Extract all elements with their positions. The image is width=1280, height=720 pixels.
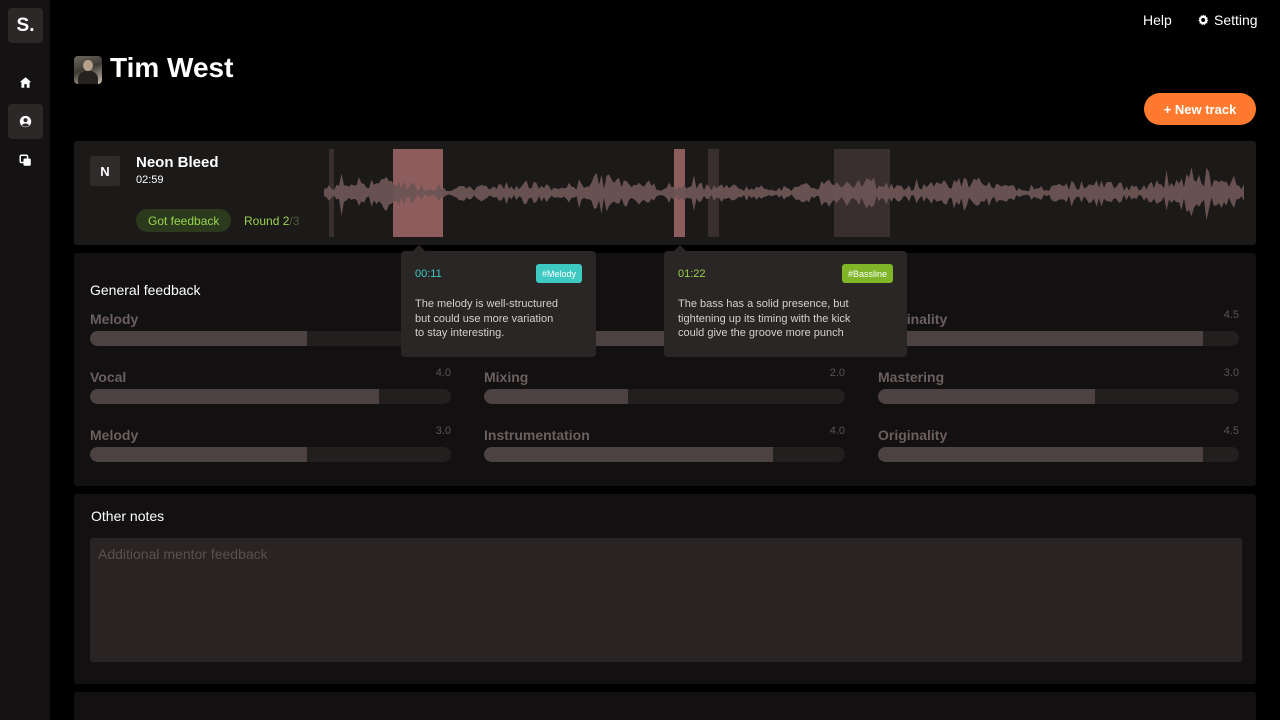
setting-label: Setting [1214,12,1258,28]
metric-label: Instrumentation [484,427,590,443]
page-title: Tim West [110,52,234,83]
score-bar-fill [878,447,1203,462]
avatar [74,56,102,84]
metric-label: Originality [878,427,948,443]
tooltip-text: The melody is well-structured but could … [415,298,559,339]
other-notes-panel: Other notes [74,494,1256,684]
score-bar-fill [90,331,307,346]
score-bar[interactable] [484,447,845,462]
metric-label: Mastering [878,369,945,385]
sidebar: S. [0,0,50,720]
sidebar-item-home[interactable] [8,65,43,100]
status-badge: Got feedback [136,209,232,232]
metric-originality: Originality 4.5 [878,425,1239,463]
score-bar-fill [90,389,379,404]
metric-label: Mixing [484,369,529,385]
tooltip-time: 00:11 [415,268,442,280]
waveform[interactable] [324,147,1244,239]
metric-score: 3.0 [1223,367,1239,379]
score-bar[interactable] [90,389,451,404]
help-link[interactable]: Help [1143,12,1172,28]
metric-label: Melody [90,311,139,327]
track-duration: 02:59 [136,174,164,186]
score-bar[interactable] [90,447,451,462]
other-notes-title: Other notes [91,508,165,524]
score-bar-fill [90,447,307,462]
home-icon [19,77,32,88]
waveform-path [324,167,1244,221]
copy-icon [19,154,31,166]
metric-mastering: Mastering 3.0 [878,367,1239,405]
new-track-button[interactable]: + New track [1144,93,1256,125]
metric-score: 4.5 [1223,425,1239,437]
sidebar-item-library[interactable] [8,143,43,178]
metric-score: 3.0 [435,425,451,437]
metric-mixing: Mixing 2.0 [484,367,845,405]
round-total: /3 [289,214,300,228]
metric-label: Melody [90,427,139,443]
setting-link[interactable]: Setting [1197,12,1258,28]
tooltip-time: 01:22 [678,268,706,280]
feedback-tooltip: 01:22 #Bassline The bass has a solid pre… [664,245,907,357]
general-feedback-title: General feedback [90,282,201,298]
round-label: Round 2 [244,214,290,228]
score-bar-fill [878,331,1203,346]
metric-instrumentation: Instrumentation 4.0 [484,425,845,463]
metric-melody: Melody 3.0 [90,425,451,463]
next-panel [74,692,1256,720]
score-bar-fill [484,447,773,462]
notes-input[interactable] [90,538,1242,662]
user-icon [19,115,32,128]
score-bar[interactable] [484,389,845,404]
metric-score: 4.0 [435,367,451,379]
gear-icon [1198,14,1209,26]
app-logo[interactable]: S. [8,8,43,43]
score-bar-fill [878,389,1095,404]
help-label: Help [1143,12,1172,28]
feedback-tooltip: 00:11 #Melody The melody is well-structu… [401,245,596,357]
track-initial: N [90,156,120,186]
tooltip-tag[interactable]: #Melody [535,264,582,283]
metric-melody: Melody3.0 [90,309,451,347]
round-indicator: Round 2/3 [244,214,299,228]
score-bar[interactable] [878,447,1239,462]
tooltip-text: The bass has a solid presence, but tight… [678,298,851,339]
metric-label: Vocal [90,369,127,385]
tooltip-tag[interactable]: #Bassline [841,264,893,283]
metric-score: 2.0 [829,367,845,379]
score-bar[interactable] [878,331,1239,346]
score-bar-fill [484,389,629,404]
score-bar[interactable] [90,331,451,346]
metric-score: 4.0 [829,425,845,437]
metric-score: 4.5 [1223,309,1239,321]
score-bar[interactable] [878,389,1239,404]
track-name: Neon Bleed [136,154,219,171]
metric-vocal: Vocal 4.0 [90,367,451,405]
metric-originality: Originality 4.5 [878,309,1239,347]
track-card[interactable]: N Neon Bleed 02:59 Got feedback Round 2/… [74,141,1256,245]
sidebar-item-profile[interactable] [8,104,43,139]
